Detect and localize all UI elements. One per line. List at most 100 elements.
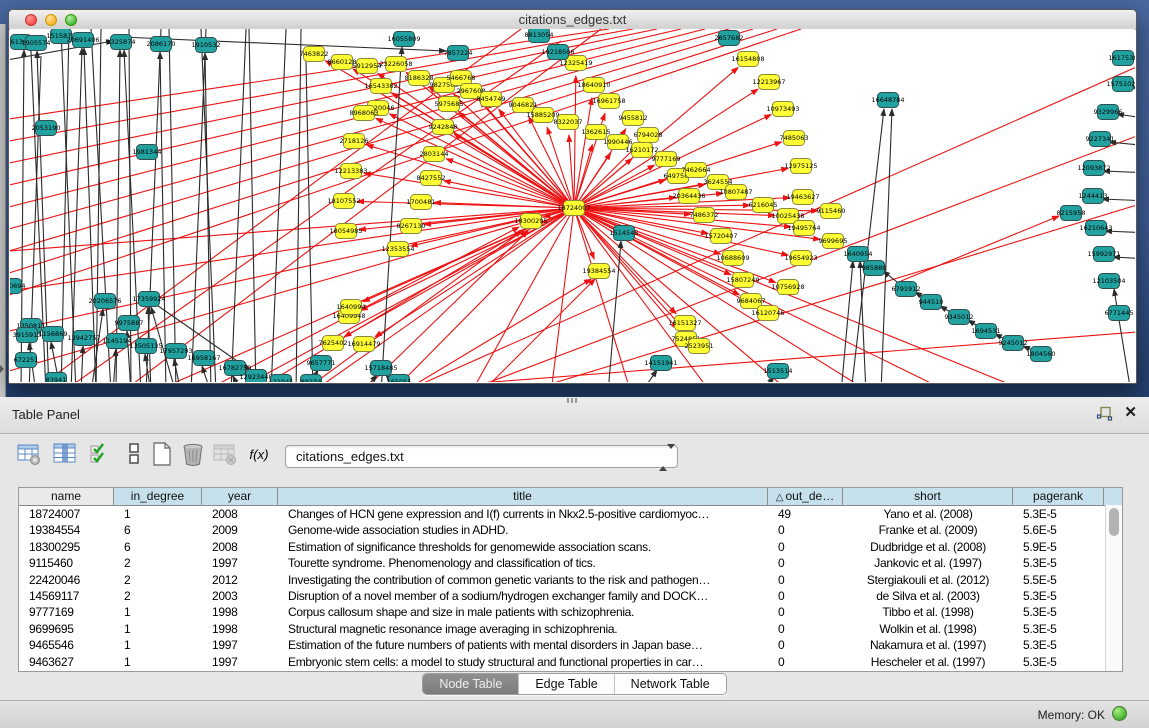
- graph-node[interactable]: 10973493: [766, 102, 799, 117]
- graph-node[interactable]: 20364436: [672, 189, 705, 204]
- table-row[interactable]: 946362711997Embryonic stem cells: a mode…: [19, 654, 1122, 670]
- graph-node[interactable]: 6794028: [634, 128, 663, 143]
- column-header-name[interactable]: name: [19, 488, 114, 505]
- show-columns-icon[interactable]: [52, 441, 78, 467]
- graph-node[interactable]: 18107552: [327, 194, 360, 209]
- graph-node[interactable]: 2718126: [340, 134, 369, 149]
- graph-node[interactable]: 5975685: [435, 97, 464, 112]
- column-header-title[interactable]: title: [278, 488, 768, 505]
- graph-node[interactable]: 6771445: [1105, 306, 1134, 321]
- graph-node[interactable]: 83941: [46, 373, 67, 383]
- graph-node[interactable]: 1617538: [1109, 51, 1135, 66]
- graph-node[interactable]: 19463627: [786, 190, 819, 205]
- new-table-icon[interactable]: [149, 441, 175, 467]
- splitpane-left-strip[interactable]: [0, 24, 6, 397]
- column-header-out_de[interactable]: △out_de…: [768, 488, 843, 505]
- splitpane-collapse-arrow[interactable]: [0, 365, 4, 373]
- graph-node[interactable]: 8968063: [350, 106, 379, 121]
- graph-node[interactable]: 9777169: [652, 152, 681, 167]
- graph-node[interactable]: 1514545: [610, 226, 639, 241]
- graph-node[interactable]: 7462664: [682, 163, 711, 178]
- table-row[interactable]: 911546021997Tourette syndrome. Phenomeno…: [19, 555, 1122, 571]
- graph-node[interactable]: 9345012: [945, 310, 974, 325]
- table-row[interactable]: 2242004622012Investigating the contribut…: [19, 572, 1122, 588]
- graph-node[interactable]: 2523951: [685, 339, 714, 354]
- graph-node[interactable]: 16543382: [364, 79, 397, 94]
- float-panel-icon[interactable]: [1096, 406, 1113, 423]
- table-row[interactable]: 1872400712008Changes of HCN gene express…: [19, 506, 1122, 522]
- column-header-short[interactable]: short: [843, 488, 1013, 505]
- graph-node[interactable]: 6791912: [892, 282, 921, 297]
- tab-network-table[interactable]: Network Table: [615, 674, 726, 694]
- table-row[interactable]: 969969511998Structural magnetic resonanc…: [19, 621, 1122, 637]
- graph-node[interactable]: 8427552: [417, 171, 446, 186]
- graph-node[interactable]: 1640954: [844, 247, 873, 262]
- network-window[interactable]: citations_edges.txt 74638228660128591295…: [8, 9, 1137, 384]
- graph-node[interactable]: 15720407: [704, 229, 737, 244]
- graph-node[interactable]: 10756928: [771, 280, 804, 295]
- table-row[interactable]: 977716911998Corpus callosum shape and si…: [19, 604, 1122, 620]
- graph-node[interactable]: 17359924: [132, 292, 165, 307]
- close-panel-icon[interactable]: ✕: [1124, 404, 1137, 422]
- graph-node[interactable]: 7625402: [319, 336, 348, 351]
- graph-node[interactable]: 16648784: [871, 93, 904, 108]
- graph-node[interactable]: 12213967: [752, 75, 785, 90]
- tab-edge-table[interactable]: Edge Table: [519, 674, 614, 694]
- graph-node[interactable]: 89234: [301, 375, 322, 383]
- network-window-titlebar[interactable]: citations_edges.txt: [9, 10, 1136, 30]
- graph-node[interactable]: 9242848: [429, 120, 458, 135]
- graph-node[interactable]: 19654923: [784, 251, 817, 266]
- tab-node-table[interactable]: Node Table: [423, 674, 519, 694]
- table-row[interactable]: 1830029562008Estimation of significance …: [19, 539, 1122, 555]
- panel-resize-grip[interactable]: [567, 398, 579, 403]
- graph-node[interactable]: 8454749: [477, 92, 506, 107]
- graph-node[interactable]: 7463822: [300, 47, 329, 62]
- graph-node[interactable]: 1694531: [972, 324, 1001, 339]
- graph-node[interactable]: 10688609: [716, 251, 749, 266]
- graph-node[interactable]: 12093872: [1077, 161, 1110, 176]
- memory-status-indicator[interactable]: [1112, 706, 1127, 721]
- graph-node[interactable]: 944510: [919, 295, 944, 310]
- graph-node[interactable]: 1910532: [192, 38, 221, 53]
- graph-node[interactable]: 7485063: [780, 131, 809, 146]
- graph-node[interactable]: 2053190: [32, 121, 61, 136]
- graph-node[interactable]: 2803144: [420, 147, 449, 162]
- table-row[interactable]: 1456911722003Disruption of a novel membe…: [19, 588, 1122, 604]
- graph-node[interactable]: 8215958: [1057, 206, 1086, 221]
- graph-node[interactable]: 12103504: [1092, 274, 1125, 289]
- graph-node[interactable]: 16961758: [592, 94, 625, 109]
- delete-table-icon[interactable]: [180, 441, 206, 467]
- graph-node[interactable]: 985880: [862, 261, 887, 276]
- graph-node[interactable]: 9975887: [115, 316, 144, 331]
- graph-node[interactable]: 1700481: [407, 195, 436, 210]
- graph-node[interactable]: 9699695: [819, 234, 848, 249]
- graph-node[interactable]: 1244413: [1079, 189, 1108, 204]
- column-header-in_degree[interactable]: in_degree: [114, 488, 202, 505]
- graph-node[interactable]: 16055809: [387, 32, 420, 47]
- network-canvas[interactable]: 7463822866012859129542322605881863289827…: [10, 29, 1135, 382]
- graph-node[interactable]: 1513514: [764, 364, 793, 379]
- graph-node[interactable]: 9227341: [1086, 132, 1115, 147]
- graph-node[interactable]: 19384554: [582, 264, 615, 279]
- graph-node[interactable]: 9245012: [999, 336, 1028, 351]
- graph-node[interactable]: 3915913: [13, 328, 42, 343]
- graph-node[interactable]: 9455812: [619, 111, 648, 126]
- graph-node[interactable]: 1156869: [39, 327, 68, 342]
- graph-node[interactable]: 12975125: [784, 159, 817, 174]
- select-columns-checklist-icon[interactable]: [88, 441, 114, 467]
- graph-node[interactable]: 1325874: [107, 35, 136, 50]
- graph-node[interactable]: 2657682: [715, 31, 744, 46]
- table-selector-dropdown[interactable]: citations_edges.txt: [285, 445, 678, 468]
- function-builder-icon[interactable]: f(x): [246, 441, 272, 467]
- graph-node[interactable]: 1804560: [1027, 347, 1056, 362]
- table-row[interactable]: 1938455462009Genome-wide association stu…: [19, 522, 1122, 538]
- row-height-icon[interactable]: [121, 441, 147, 467]
- table-vertical-scrollbar[interactable]: [1105, 505, 1122, 671]
- graph-node[interactable]: 672251: [14, 353, 39, 368]
- graph-node[interactable]: 8813054: [525, 29, 554, 43]
- column-header-year[interactable]: year: [202, 488, 278, 505]
- network-graph[interactable]: 7463822866012859129542322605881863289827…: [10, 29, 1135, 382]
- table-row[interactable]: 946554611997Estimation of the future num…: [19, 637, 1122, 653]
- graph-node[interactable]: 16154808: [731, 52, 764, 67]
- graph-node[interactable]: 121945: [269, 375, 294, 383]
